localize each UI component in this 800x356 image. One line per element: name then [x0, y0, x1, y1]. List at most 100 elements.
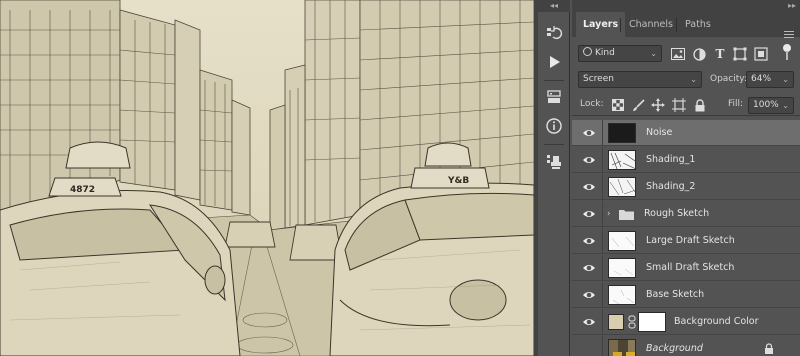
info-icon[interactable]	[542, 114, 566, 138]
lock-position-icon[interactable]	[650, 97, 666, 113]
link-chain-icon	[628, 315, 636, 329]
chevron-down-icon: ⌄	[782, 101, 789, 110]
filter-smart-objects-icon[interactable]	[753, 46, 769, 62]
layer-list: Noise Shading_1 Shading_2 › Rough Sketch…	[572, 120, 800, 356]
chevron-right-icon[interactable]: ›	[607, 201, 611, 227]
history-icon[interactable]	[542, 22, 566, 46]
tab-separator	[620, 18, 621, 32]
chevron-down-icon: ⌄	[690, 75, 697, 84]
visibility-eye-icon[interactable]	[582, 207, 596, 221]
blend-row: Screen ⌄ Opacity: 64% ⌄	[572, 70, 800, 90]
layer-comps-icon[interactable]	[542, 86, 566, 110]
lock-all-icon[interactable]	[692, 97, 708, 113]
layer-row-noise[interactable]: Noise	[572, 120, 800, 146]
layer-name: Shading_1	[646, 154, 696, 165]
tab-paths[interactable]: Paths	[678, 12, 718, 37]
layer-thumbnail	[608, 150, 636, 170]
chevron-down-icon: ⌄	[650, 49, 657, 58]
panel-tabs: Layers Channels Paths	[572, 12, 800, 38]
filter-type-layers-icon[interactable]: T	[712, 46, 728, 62]
fill-color-swatch[interactable]	[608, 314, 624, 330]
lock-transparent-pixels-icon[interactable]	[610, 97, 626, 113]
panel-icon-strip: ◂◂	[538, 0, 570, 356]
lock-artboard-icon[interactable]	[671, 97, 687, 113]
visibility-eye-icon[interactable]	[582, 315, 596, 329]
layer-row-base-sketch[interactable]: Base Sketch	[572, 282, 800, 308]
layer-thumbnail	[608, 258, 636, 278]
opacity-field[interactable]: 64% ⌄	[746, 71, 794, 88]
lock-image-pixels-icon[interactable]	[630, 97, 646, 113]
filter-toggle-icon[interactable]	[779, 44, 795, 60]
visibility-eye-icon[interactable]	[582, 261, 596, 275]
layer-mask-thumbnail[interactable]	[638, 312, 666, 332]
layer-name: Shading_2	[646, 181, 696, 192]
layer-name: Small Draft Sketch	[646, 262, 735, 273]
strip-separator	[544, 80, 564, 81]
layer-row-shading-2[interactable]: Shading_2	[572, 174, 800, 200]
tab-layers[interactable]: Layers	[576, 12, 626, 37]
opacity-label: Opacity:	[710, 74, 747, 84]
layer-separator	[602, 336, 603, 356]
layer-name: Background Color	[674, 316, 759, 327]
lock-label: Lock:	[580, 99, 604, 109]
layer-name: Background	[646, 343, 703, 354]
layer-separator	[602, 282, 603, 308]
visibility-eye-icon[interactable]	[582, 234, 596, 248]
taxi-sign-right: Y&B	[447, 176, 469, 186]
visibility-eye-icon[interactable]	[582, 180, 596, 194]
document-canvas[interactable]: 4872 Y&B	[0, 0, 534, 356]
layer-row-shading-1[interactable]: Shading_1	[572, 147, 800, 173]
lock-row: Lock: Fill: 100% ⌄	[572, 96, 800, 116]
play-actions-icon[interactable]	[542, 50, 566, 74]
filter-row: Kind ⌄ T	[572, 44, 800, 64]
panel-menu-icon[interactable]	[784, 31, 794, 41]
opacity-value: 64%	[751, 74, 772, 84]
layer-name: Rough Sketch	[644, 208, 710, 219]
layer-name: Noise	[646, 127, 673, 138]
fill-field[interactable]: 100% ⌄	[748, 97, 794, 114]
collapse-panel-button[interactable]: ▸▸	[788, 0, 796, 12]
visibility-eye-icon[interactable]	[582, 288, 596, 302]
layer-thumbnail	[608, 123, 636, 143]
filter-kind-dropdown[interactable]: Kind ⌄	[578, 45, 662, 62]
strip-separator	[544, 144, 564, 145]
filter-pixel-layers-icon[interactable]	[670, 46, 686, 62]
layer-thumbnail	[608, 339, 636, 356]
layer-separator	[602, 309, 603, 335]
layer-group-rough-sketch[interactable]: › Rough Sketch	[572, 201, 800, 227]
tab-separator	[676, 18, 677, 32]
layer-row-background-color[interactable]: Background Color	[572, 309, 800, 335]
layer-separator	[602, 147, 603, 173]
layer-thumbnail	[608, 177, 636, 197]
blend-mode-dropdown[interactable]: Screen ⌄	[578, 71, 702, 88]
visibility-eye-icon[interactable]	[582, 153, 596, 167]
visibility-eye-icon[interactable]	[582, 126, 596, 140]
filter-shape-layers-icon[interactable]	[732, 46, 748, 62]
layer-thumbnail	[608, 231, 636, 251]
layer-row-background[interactable]: Background	[572, 336, 800, 356]
layer-separator	[602, 228, 603, 254]
layer-row-large-draft-sketch[interactable]: Large Draft Sketch	[572, 228, 800, 254]
search-icon	[583, 47, 592, 56]
filter-adjustment-layers-icon[interactable]	[691, 46, 707, 62]
layer-name: Base Sketch	[646, 289, 705, 300]
blend-mode-value: Screen	[583, 74, 614, 84]
layer-separator	[602, 120, 603, 146]
clone-source-icon[interactable]	[542, 150, 566, 174]
lock-icon	[764, 343, 774, 355]
layer-thumbnail	[608, 285, 636, 305]
layer-row-small-draft-sketch[interactable]: Small Draft Sketch	[572, 255, 800, 281]
chevron-down-icon: ⌄	[782, 75, 789, 84]
layer-separator	[602, 174, 603, 200]
collapse-strip-button[interactable]: ◂◂	[538, 0, 570, 12]
tab-channels[interactable]: Channels	[622, 12, 680, 37]
layer-name: Large Draft Sketch	[646, 235, 735, 246]
sketch-artwork: 4872 Y&B	[0, 0, 534, 356]
fill-label: Fill:	[728, 99, 744, 109]
fill-value: 100%	[753, 100, 779, 110]
layer-separator	[602, 201, 603, 227]
layer-separator	[602, 255, 603, 281]
filter-kind-label: Kind	[595, 48, 615, 58]
panel-title-bar: ▸▸	[572, 0, 800, 12]
layers-panel: ▸▸ Layers Channels Paths Kind ⌄ T Screen…	[572, 0, 800, 356]
